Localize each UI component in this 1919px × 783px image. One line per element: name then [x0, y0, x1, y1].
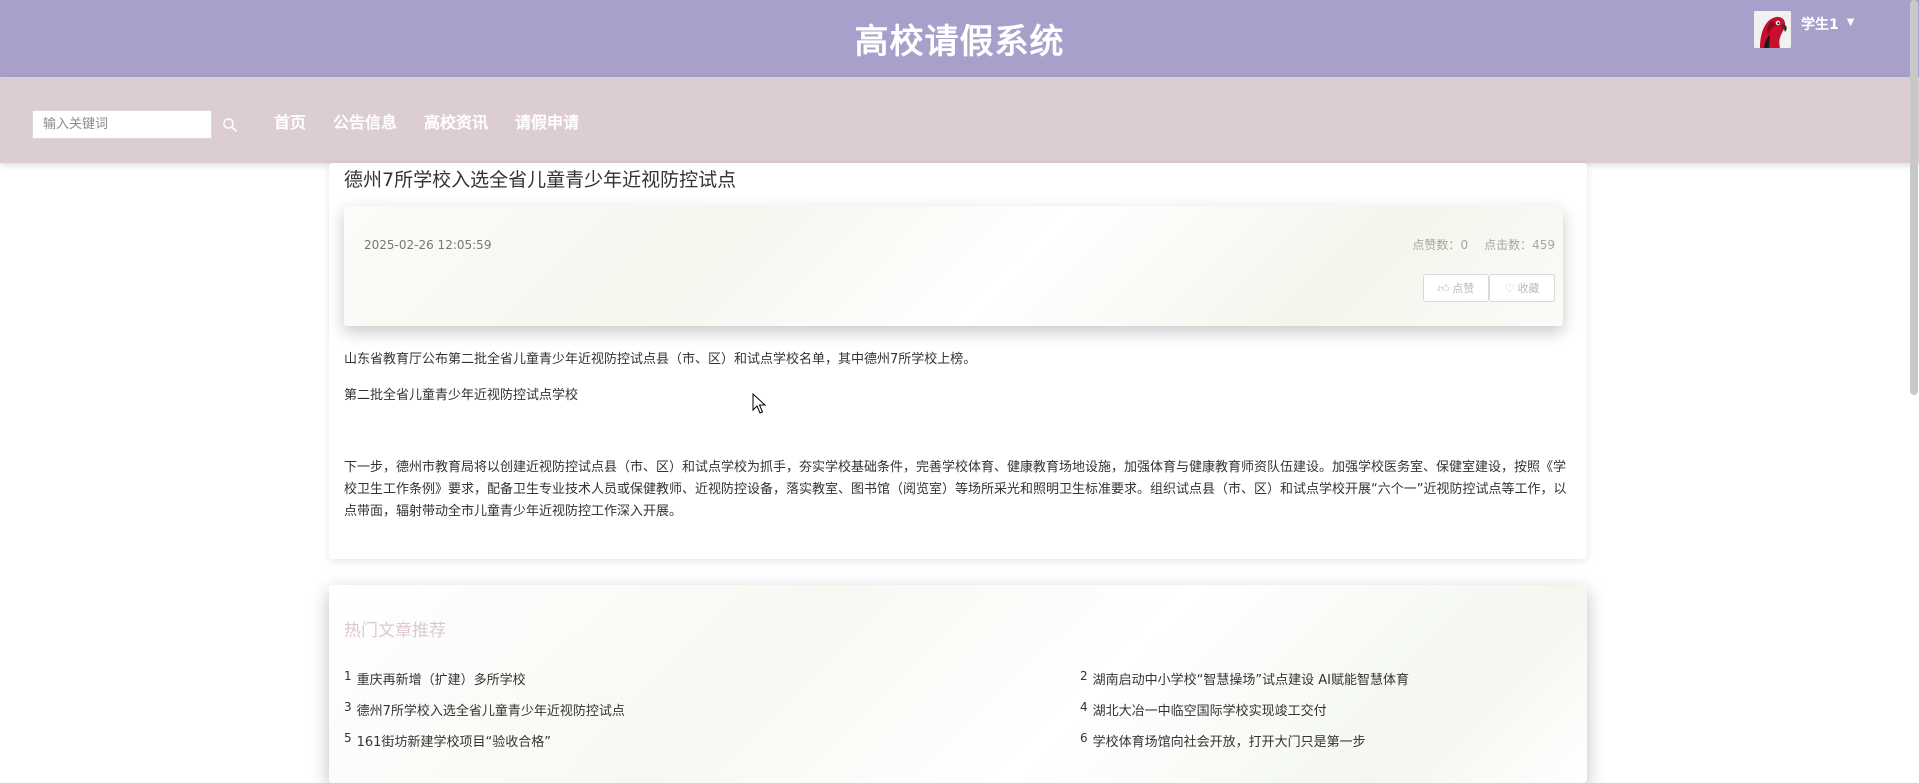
nav-link-leave-request[interactable]: 请假申请 [515, 109, 579, 133]
search-icon[interactable] [222, 117, 238, 133]
nav-bar: 首页 公告信息 高校资讯 请假申请 [0, 77, 1919, 163]
hot-article-link[interactable]: 湖南启动中小学校“智慧操场”试点建设 AI赋能智慧体育 [1093, 673, 1409, 688]
article-paragraph: 下一步，德州市教育局将以创建近视防控试点县（市、区）和试点学校为抓手，夯实学校基… [344, 460, 1567, 519]
nav-link-news[interactable]: 高校资讯 [424, 109, 488, 133]
hot-article-item[interactable]: 1 重庆再新增（扩建）多所学校 [344, 669, 526, 688]
hot-article-item[interactable]: 6 学校体育场馆向社会开放，打开大门只是第一步 [1080, 731, 1366, 750]
heart-icon: ♡ [1504, 281, 1515, 295]
favorite-button-label: 收藏 [1517, 282, 1540, 295]
article-title: 德州7所学校入选全省儿童青少年近视防控试点 [344, 169, 737, 191]
hot-article-item[interactable]: 2 湖南启动中小学校“智慧操场”试点建设 AI赋能智慧体育 [1080, 669, 1409, 688]
likes-label: 点赞数： [1412, 238, 1461, 252]
user-avatar[interactable] [1754, 11, 1791, 48]
like-button[interactable]: 👍︎ 点赞 [1423, 274, 1489, 302]
hot-article-rank: 4 [1080, 700, 1088, 714]
page-scrollbar[interactable] [1910, 0, 1918, 395]
hot-article-rank: 1 [344, 669, 352, 683]
username[interactable]: 学生1 [1801, 14, 1839, 34]
user-menu[interactable]: 学生1 ▼ [1754, 11, 1854, 49]
clicks-value: 459 [1532, 238, 1555, 252]
hot-article-link[interactable]: 德州7所学校入选全省儿童青少年近视防控试点 [357, 704, 625, 719]
thumbs-up-icon: 👍︎ [1437, 281, 1450, 295]
site-title: 高校请假系统 [854, 22, 1065, 62]
clicks-label: 点击数： [1484, 238, 1533, 252]
article-date: 2025-02-26 12:05:59 [364, 238, 492, 252]
hot-article-rank: 2 [1080, 669, 1088, 683]
red-parrot-avatar-icon [1754, 11, 1791, 48]
hot-article-link[interactable]: 161街坊新建学校项目“验收合格” [357, 735, 551, 750]
nav-link-home[interactable]: 首页 [274, 109, 306, 133]
hot-article-rank: 5 [344, 731, 352, 745]
article-paragraph: 山东省教育厅公布第二批全省儿童青少年近视防控试点县（市、区）和试点学校名单，其中… [344, 352, 977, 367]
likes-value: 0 [1460, 238, 1469, 252]
hot-article-rank: 6 [1080, 731, 1088, 745]
hot-articles-title: 热门文章推荐 [344, 621, 446, 641]
likes-count: 点赞数：0 [1412, 236, 1468, 253]
hot-article-item[interactable]: 3 德州7所学校入选全省儿童青少年近视防控试点 [344, 700, 625, 719]
article-paragraph: 第二批全省儿童青少年近视防控试点学校 [344, 388, 579, 403]
hot-article-link[interactable]: 重庆再新增（扩建）多所学校 [357, 673, 526, 688]
search-input[interactable] [32, 110, 212, 139]
hot-article-item[interactable]: 5 161街坊新建学校项目“验收合格” [344, 731, 551, 750]
favorite-button[interactable]: ♡ 收藏 [1489, 274, 1555, 302]
article-stats: 点赞数：0 点击数：459 [1412, 236, 1555, 253]
clicks-count: 点击数：459 [1484, 236, 1555, 253]
article-actions: 👍︎ 点赞 ♡ 收藏 [1423, 274, 1555, 302]
top-header: 高校请假系统 学生1 ▼ [0, 0, 1919, 77]
caret-down-icon[interactable]: ▼ [1847, 17, 1855, 28]
nav-links: 首页 公告信息 高校资讯 请假申请 [274, 109, 606, 133]
hot-article-item[interactable]: 4 湖北大冶一中临空国际学校实现竣工交付 [1080, 700, 1327, 719]
article-meta: 2025-02-26 12:05:59 点赞数：0 点击数：459 👍︎ 点赞 … [344, 206, 1563, 326]
mouse-cursor-icon [752, 393, 766, 414]
nav-link-announcements[interactable]: 公告信息 [333, 109, 397, 133]
hot-article-rank: 3 [344, 700, 352, 714]
hot-article-link[interactable]: 学校体育场馆向社会开放，打开大门只是第一步 [1093, 735, 1366, 750]
article-card: 德州7所学校入选全省儿童青少年近视防控试点 2025-02-26 12:05:5… [329, 163, 1587, 559]
hot-article-link[interactable]: 湖北大冶一中临空国际学校实现竣工交付 [1093, 704, 1327, 719]
hot-articles-card: 热门文章推荐 1 重庆再新增（扩建）多所学校 2 湖南启动中小学校“智慧操场”试点建… [329, 585, 1587, 783]
like-button-label: 点赞 [1452, 282, 1475, 295]
